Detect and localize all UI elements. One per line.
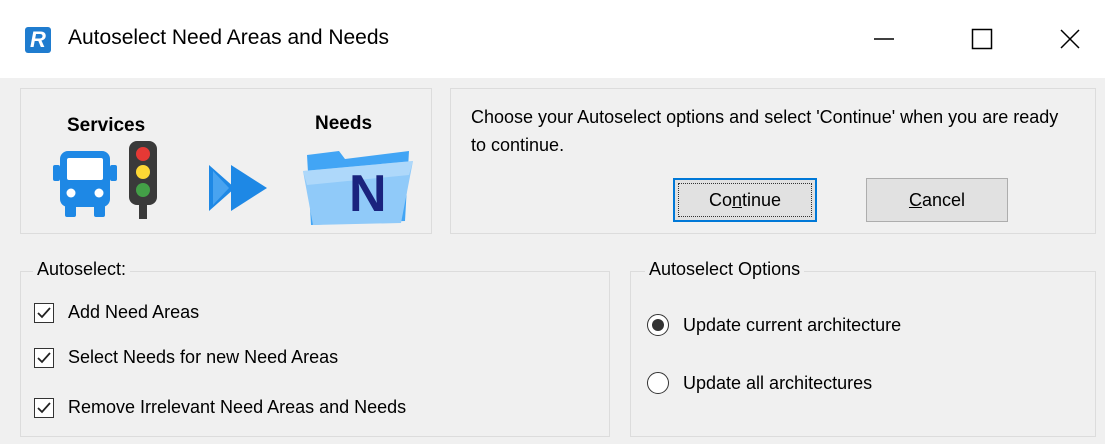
checkbox-box[interactable] [34,397,54,418]
checkmark-icon [37,401,51,413]
checkbox-label: Add Need Areas [68,302,200,322]
checkbox-label: Remove Irrelevant Need Areas and Needs [68,397,407,417]
minimize-button[interactable] [854,10,914,68]
continue-button[interactable]: Continue [673,178,817,222]
checkmark-icon [37,306,51,318]
radio-label: Update current architecture [683,314,902,335]
double-arrow-icon [209,165,267,211]
dialog-window: R Autoselect Need Areas and Needs Servic… [0,0,1105,444]
needs-label: Needs [315,113,373,134]
banner-panel: Services Needs N [20,88,432,234]
traffic-light-icon [129,141,157,219]
maximize-button[interactable] [952,10,1012,68]
autoselect-options-group [630,271,1096,437]
maximize-icon [971,28,993,50]
minimize-icon [874,38,894,40]
app-logo-icon: R [25,27,51,53]
radio-label: Update all architectures [683,372,873,393]
title-bar: R Autoselect Need Areas and Needs [0,0,1105,78]
radio-button[interactable] [647,372,669,394]
instructions-text: Choose your Autoselect options and selec… [471,107,1059,155]
needs-folder-icon: N [303,151,413,225]
radio-button[interactable] [647,314,669,336]
services-label: Services [67,115,146,136]
remove-irrelevant-checkbox[interactable]: Remove Irrelevant Need Areas and Needs [34,397,406,418]
select-needs-checkbox[interactable]: Select Needs for new Need Areas [34,347,338,368]
cancel-label: Cancel [908,189,966,210]
update-current-radio[interactable]: Update current architecture [647,314,901,336]
checkbox-label: Select Needs for new Need Areas [68,347,339,367]
checkbox-box[interactable] [34,347,54,368]
cancel-button[interactable]: Cancel [866,178,1008,222]
checkmark-icon [37,351,51,363]
close-icon [1060,29,1080,49]
checkbox-box[interactable] [34,302,54,323]
needs-folder-letter: N [349,165,387,223]
autoselect-options-legend: Autoselect Options [645,259,805,280]
bus-icon [53,151,117,217]
window-title: Autoselect Need Areas and Needs [68,26,390,49]
add-need-areas-checkbox[interactable]: Add Need Areas [34,302,199,323]
close-button[interactable] [1040,10,1100,68]
autoselect-legend: Autoselect: [33,259,131,280]
radio-selected-dot [652,319,664,331]
update-all-radio[interactable]: Update all architectures [647,372,872,394]
